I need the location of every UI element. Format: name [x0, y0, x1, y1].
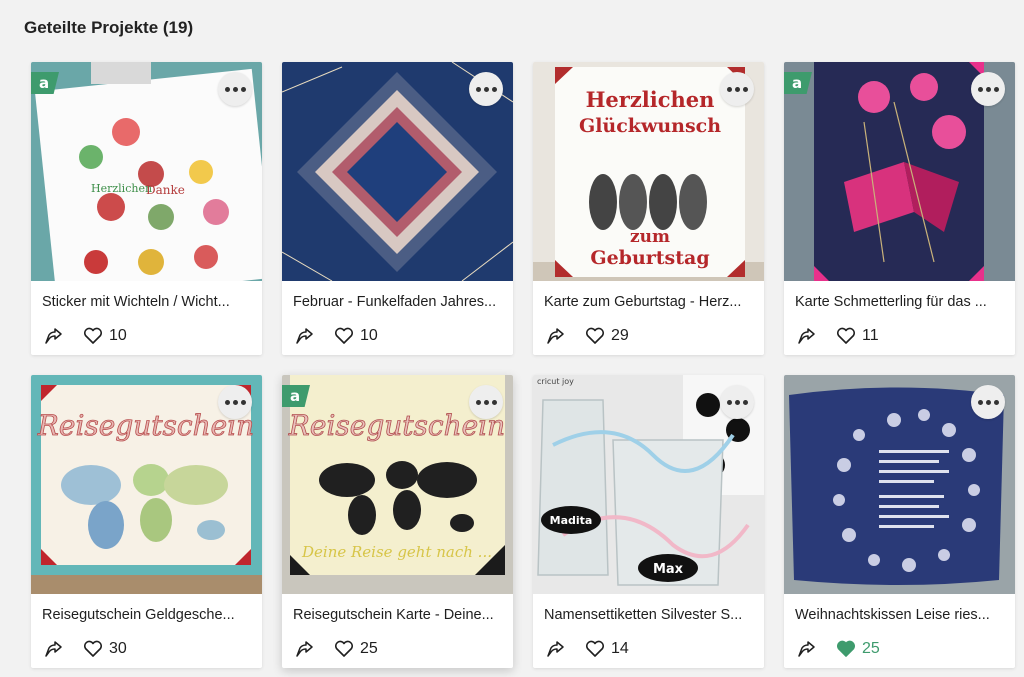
- heart-icon: [334, 327, 354, 344]
- like-count: 14: [611, 640, 629, 657]
- more-options-button[interactable]: [469, 385, 503, 419]
- card-actions: 14: [544, 637, 629, 661]
- share-button[interactable]: [544, 638, 566, 660]
- image-text-line: Madita: [550, 514, 593, 527]
- like-count: 11: [862, 327, 879, 344]
- like-count: 30: [109, 640, 127, 657]
- project-card[interactable]: a Karte Schmetterling für das ... 11: [784, 62, 1015, 355]
- project-title[interactable]: Reisegutschein Karte - Deine...: [293, 607, 505, 623]
- project-card[interactable]: Herzlichen Glückwunsch zum Geburtstag Ka…: [533, 62, 764, 355]
- svg-text:Danke: Danke: [146, 183, 185, 197]
- share-button[interactable]: [795, 638, 817, 660]
- like-button[interactable]: 14: [585, 640, 629, 658]
- like-count: 10: [109, 327, 127, 344]
- project-card[interactable]: Februar - Funkelfaden Jahres... 10: [282, 62, 513, 355]
- share-icon: [45, 641, 62, 657]
- share-button[interactable]: [42, 638, 64, 660]
- card-actions: 29: [544, 324, 629, 348]
- project-image[interactable]: Reisegutschein: [31, 375, 262, 594]
- like-count: 29: [611, 327, 629, 344]
- image-text-line: Glückwunsch: [579, 115, 721, 137]
- share-icon: [296, 328, 313, 344]
- project-card[interactable]: Reisegutschein Deine Reise geht nach ...…: [282, 375, 513, 668]
- project-title[interactable]: Weihnachtskissen Leise ries...: [795, 607, 1007, 623]
- like-button[interactable]: 11: [836, 327, 879, 345]
- share-icon: [547, 641, 564, 657]
- like-count: 25: [360, 640, 378, 657]
- share-icon: [798, 641, 815, 657]
- image-text-line: Deine Reise geht nach ...: [301, 543, 492, 561]
- project-image[interactable]: a: [784, 62, 1015, 281]
- share-icon: [45, 328, 62, 344]
- project-card[interactable]: Reisegutschein Reisegutschein Geldgesche…: [31, 375, 262, 668]
- card-actions: 25: [795, 637, 880, 661]
- image-text-line: Herzlichen: [586, 87, 715, 112]
- share-button[interactable]: [795, 325, 817, 347]
- share-icon: [547, 328, 564, 344]
- like-button[interactable]: 25: [836, 640, 880, 658]
- like-count: 25: [862, 640, 880, 657]
- more-options-button[interactable]: [971, 385, 1005, 419]
- share-icon: [798, 328, 815, 344]
- heart-icon: [83, 327, 103, 344]
- project-title[interactable]: Reisegutschein Geldgesche...: [42, 607, 254, 623]
- more-options-button[interactable]: [218, 72, 252, 106]
- like-button[interactable]: 10: [334, 327, 378, 345]
- card-actions: 30: [42, 637, 127, 661]
- image-text-line: Max: [653, 562, 684, 577]
- more-options-button[interactable]: [469, 72, 503, 106]
- more-options-button[interactable]: [971, 72, 1005, 106]
- project-title[interactable]: Namensettiketten Silvester S...: [544, 607, 756, 623]
- share-icon: [296, 641, 313, 657]
- project-grid: Herzlichen Danke a Sticker mit Wichteln …: [31, 62, 1015, 668]
- project-title[interactable]: Karte Schmetterling für das ...: [795, 294, 1007, 310]
- more-options-button[interactable]: [720, 72, 754, 106]
- project-card[interactable]: Herzlichen Danke a Sticker mit Wichteln …: [31, 62, 262, 355]
- heart-icon: [83, 640, 103, 657]
- svg-text:Herzlichen: Herzlichen: [91, 182, 152, 195]
- more-options-button[interactable]: [720, 385, 754, 419]
- project-image[interactable]: [282, 62, 513, 281]
- heart-filled-icon: [836, 640, 856, 657]
- project-image[interactable]: Reisegutschein Deine Reise geht nach ...…: [282, 375, 513, 594]
- like-button[interactable]: 10: [83, 327, 127, 345]
- project-image[interactable]: Herzlichen Glückwunsch zum Geburtstag: [533, 62, 764, 281]
- project-title[interactable]: Karte zum Geburtstag - Herz...: [544, 294, 756, 310]
- project-card[interactable]: Weihnachtskissen Leise ries... 25: [784, 375, 1015, 668]
- project-image[interactable]: Herzlichen Danke a: [31, 62, 262, 281]
- project-title[interactable]: Sticker mit Wichteln / Wicht...: [42, 294, 254, 310]
- share-button[interactable]: [293, 638, 315, 660]
- project-image[interactable]: [784, 375, 1015, 594]
- heart-icon: [334, 640, 354, 657]
- share-button[interactable]: [544, 325, 566, 347]
- project-image[interactable]: cricut joy Madita Max: [533, 375, 764, 594]
- image-text-line: Geburtstag: [590, 247, 709, 269]
- card-actions: 25: [293, 637, 378, 661]
- like-count: 10: [360, 327, 378, 344]
- like-button[interactable]: 29: [585, 327, 629, 345]
- card-actions: 10: [42, 324, 127, 348]
- share-button[interactable]: [42, 325, 64, 347]
- image-text-line: cricut joy: [537, 377, 574, 386]
- heart-icon: [836, 327, 856, 344]
- section-title: Geteilte Projekte (19): [24, 18, 194, 37]
- heart-icon: [585, 640, 605, 657]
- project-card[interactable]: cricut joy Madita Max Namensettiketten S…: [533, 375, 764, 668]
- image-text-line: Reisegutschein: [37, 409, 254, 442]
- more-options-button[interactable]: [218, 385, 252, 419]
- heart-icon: [585, 327, 605, 344]
- like-button[interactable]: 30: [83, 640, 127, 658]
- card-actions: 11: [795, 324, 879, 348]
- image-text-line: zum: [630, 227, 670, 247]
- project-title[interactable]: Februar - Funkelfaden Jahres...: [293, 294, 505, 310]
- card-actions: 10: [293, 324, 378, 348]
- like-button[interactable]: 25: [334, 640, 378, 658]
- share-button[interactable]: [293, 325, 315, 347]
- image-text-line: Reisegutschein: [288, 409, 505, 442]
